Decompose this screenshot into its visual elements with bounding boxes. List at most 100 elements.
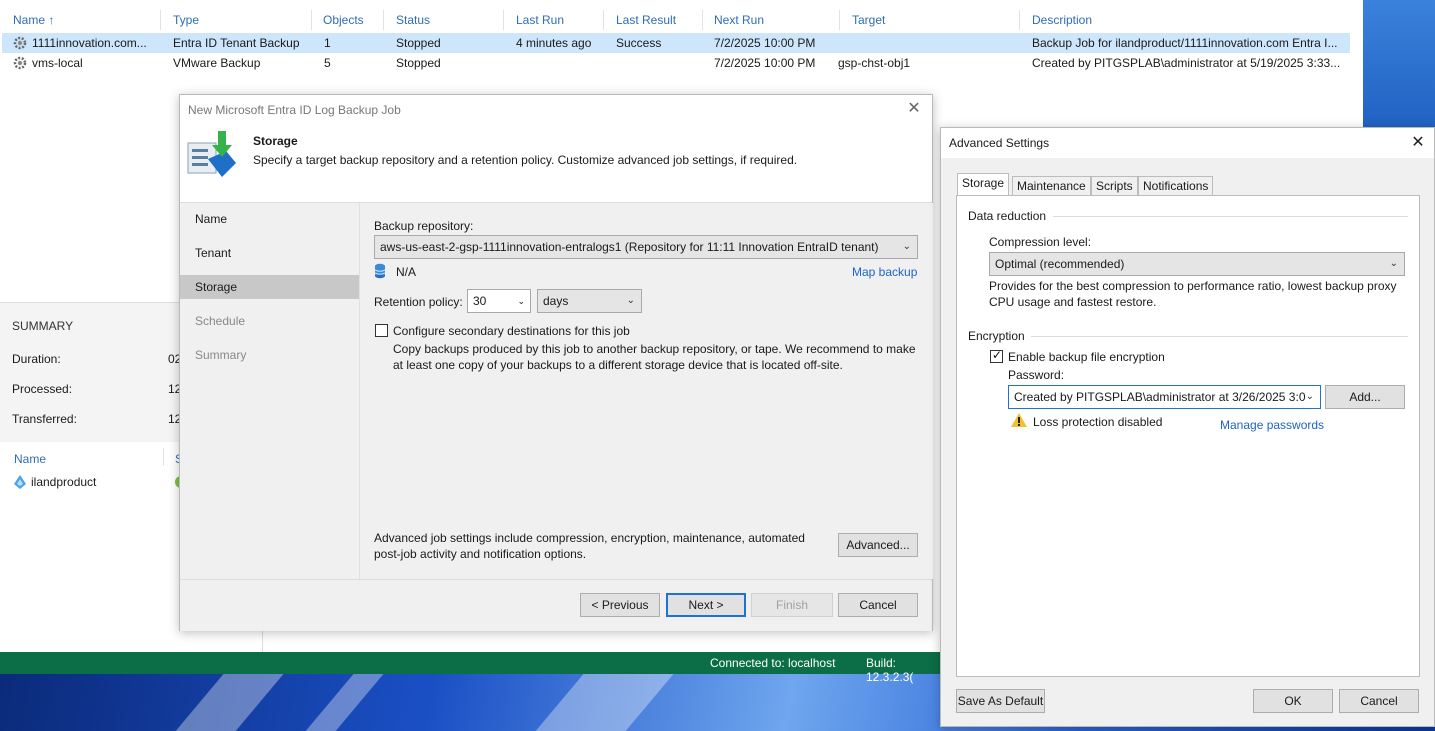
job-target: gsp-chst-obj1 bbox=[838, 56, 911, 70]
background-window-edge bbox=[1363, 0, 1435, 140]
storage-step-icon bbox=[187, 131, 236, 177]
column-header-status[interactable]: Status bbox=[396, 13, 430, 27]
column-header-target[interactable]: Target bbox=[852, 13, 885, 27]
list-item[interactable]: ilandproduct bbox=[31, 475, 96, 489]
backup-repository-label: Backup repository: bbox=[374, 219, 474, 233]
wizard-step-description: Specify a target backup repository and a… bbox=[253, 153, 798, 167]
column-header-next-run[interactable]: Next Run bbox=[714, 13, 764, 27]
tab-notifications[interactable]: Notifications bbox=[1138, 176, 1214, 195]
encryption-group-label: Encryption bbox=[968, 329, 1025, 343]
column-header-name[interactable]: Name ↑ bbox=[13, 13, 54, 27]
new-job-wizard-dialog: New Microsoft Entra ID Log Backup Job ✕ … bbox=[179, 94, 933, 631]
chevron-down-icon: ⌄ bbox=[902, 241, 911, 252]
advanced-titlebar: Advanced Settings ✕ bbox=[941, 128, 1434, 158]
step-name[interactable]: Name bbox=[180, 207, 359, 231]
password-label: Password: bbox=[1008, 368, 1065, 382]
job-description: Created by PITGSPLAB\administrator at 5/… bbox=[1032, 56, 1341, 70]
map-backup-link[interactable]: Map backup bbox=[852, 265, 917, 279]
table-row[interactable]: vms-local VMware Backup 5 Stopped 7/2/20… bbox=[2, 53, 1350, 73]
compression-description: Provides for the best compression to per… bbox=[989, 279, 1397, 309]
advanced-button[interactable]: Advanced... bbox=[838, 533, 918, 557]
tenant-icon bbox=[14, 475, 26, 489]
loss-protection-status: Loss protection disabled bbox=[1033, 415, 1163, 429]
chevron-down-icon: ⌄ bbox=[626, 295, 635, 306]
compression-level-label: Compression level: bbox=[989, 235, 1092, 249]
wizard-step-title: Storage bbox=[253, 134, 298, 148]
job-name: 1111innovation.com... bbox=[32, 36, 147, 50]
job-next-run: 7/2/2025 10:00 PM bbox=[714, 56, 816, 70]
warning-icon bbox=[1011, 413, 1027, 427]
compression-level-value: Optimal (recommended) bbox=[995, 257, 1125, 271]
column-header-type[interactable]: Type bbox=[173, 13, 199, 27]
tab-storage[interactable]: Storage bbox=[957, 173, 1010, 195]
compression-level-select[interactable]: Optimal (recommended) ⌄ bbox=[989, 252, 1405, 276]
secondary-destinations-label: Configure secondary destinations for thi… bbox=[393, 324, 630, 338]
backup-repository-select[interactable]: aws-us-east-2-gsp-1111innovation-entralo… bbox=[374, 235, 918, 259]
secondary-destinations-checkbox[interactable] bbox=[375, 324, 388, 337]
job-description: Backup Job for ilandproduct/1111innovati… bbox=[1032, 36, 1338, 50]
job-objects: 5 bbox=[324, 56, 331, 70]
next-button[interactable]: Next > bbox=[666, 593, 746, 617]
retention-stepper[interactable]: 30 ⌃ ⌄ bbox=[467, 289, 531, 313]
retention-unit-value: days bbox=[543, 294, 569, 308]
save-as-default-button[interactable]: Save As Default bbox=[956, 689, 1045, 713]
step-storage[interactable]: Storage bbox=[180, 275, 359, 299]
sort-ascending-icon: ↑ bbox=[48, 13, 55, 27]
advanced-title: Advanced Settings bbox=[949, 136, 1050, 150]
step-schedule: Schedule bbox=[195, 314, 246, 328]
manage-passwords-link[interactable]: Manage passwords bbox=[1220, 418, 1324, 432]
job-type: Entra ID Tenant Backup bbox=[173, 36, 300, 50]
job-next-run: 7/2/2025 10:00 PM bbox=[714, 36, 816, 50]
add-password-button[interactable]: Add... bbox=[1325, 385, 1405, 409]
status-bar: Connected to: localhost Build: 12.3.2.3( bbox=[0, 652, 940, 684]
transferred-label: Transferred: bbox=[12, 412, 77, 426]
build-version: Build: 12.3.2.3( bbox=[866, 656, 914, 684]
column-header-last-result[interactable]: Last Result bbox=[616, 13, 676, 27]
chevron-down-icon: ⌄ bbox=[1389, 258, 1398, 269]
column-header-last-run[interactable]: Last Run bbox=[516, 13, 564, 27]
job-status: Stopped bbox=[396, 36, 441, 50]
stepper-arrows-icon[interactable]: ⌃ ⌄ bbox=[517, 290, 525, 306]
job-status: Stopped bbox=[396, 56, 441, 70]
password-select[interactable]: Created by PITGSPLAB\administrator at 3/… bbox=[1008, 385, 1321, 409]
cancel-button[interactable]: Cancel bbox=[1339, 689, 1419, 713]
ok-button[interactable]: OK bbox=[1253, 689, 1333, 713]
cancel-button[interactable]: Cancel bbox=[838, 593, 918, 617]
wizard-footer: < Previous Next > Finish Cancel bbox=[180, 579, 932, 631]
column-header-description[interactable]: Description bbox=[1032, 13, 1092, 27]
summary-title: SUMMARY bbox=[12, 319, 74, 333]
summary-panel: SUMMARY Duration: 02 Processed: 12 Trans… bbox=[0, 302, 181, 442]
job-name: vms-local bbox=[32, 56, 83, 70]
column-header-objects[interactable]: Objects bbox=[323, 13, 364, 27]
job-last-result: Success bbox=[616, 36, 662, 50]
retention-value: 30 bbox=[473, 294, 487, 308]
password-value: Created by PITGSPLAB\administrator at 3/… bbox=[1014, 390, 1306, 404]
previous-button[interactable]: < Previous bbox=[580, 593, 660, 617]
table-row[interactable]: 1111innovation.com... Entra ID Tenant Ba… bbox=[2, 33, 1350, 53]
column-header-name[interactable]: Name bbox=[14, 452, 46, 466]
chevron-down-icon: ⌄ bbox=[1305, 391, 1314, 402]
close-icon[interactable]: ✕ bbox=[1408, 133, 1428, 153]
step-summary: Summary bbox=[195, 348, 247, 362]
retention-policy-label: Retention policy: bbox=[374, 295, 463, 309]
job-last-run: 4 minutes ago bbox=[516, 36, 592, 50]
data-reduction-group-label: Data reduction bbox=[968, 209, 1047, 223]
processed-label: Processed: bbox=[12, 382, 73, 396]
close-icon[interactable]: ✕ bbox=[904, 99, 924, 119]
advanced-settings-dialog: Advanced Settings ✕ Storage Maintenance … bbox=[940, 127, 1435, 727]
wizard-steps: Name Tenant Storage Schedule Summary bbox=[180, 203, 359, 579]
step-tenant[interactable]: Tenant bbox=[180, 241, 359, 265]
tab-scripts[interactable]: Scripts bbox=[1091, 176, 1138, 195]
enable-encryption-checkbox[interactable] bbox=[990, 348, 1003, 363]
backup-repository-value: aws-us-east-2-gsp-1111innovation-entralo… bbox=[380, 240, 879, 254]
retention-unit-select[interactable]: days ⌄ bbox=[537, 289, 642, 313]
duration-label: Duration: bbox=[12, 352, 61, 366]
job-gear-icon bbox=[13, 36, 27, 50]
database-icon bbox=[374, 263, 386, 279]
wizard-titlebar: New Microsoft Entra ID Log Backup Job ✕ bbox=[180, 95, 932, 123]
enable-encryption-label: Enable backup file encryption bbox=[1008, 350, 1165, 364]
finish-button: Finish bbox=[751, 593, 833, 617]
job-objects: 1 bbox=[324, 36, 331, 50]
connection-status: Connected to: localhost bbox=[710, 656, 836, 670]
tab-maintenance[interactable]: Maintenance bbox=[1012, 176, 1091, 195]
